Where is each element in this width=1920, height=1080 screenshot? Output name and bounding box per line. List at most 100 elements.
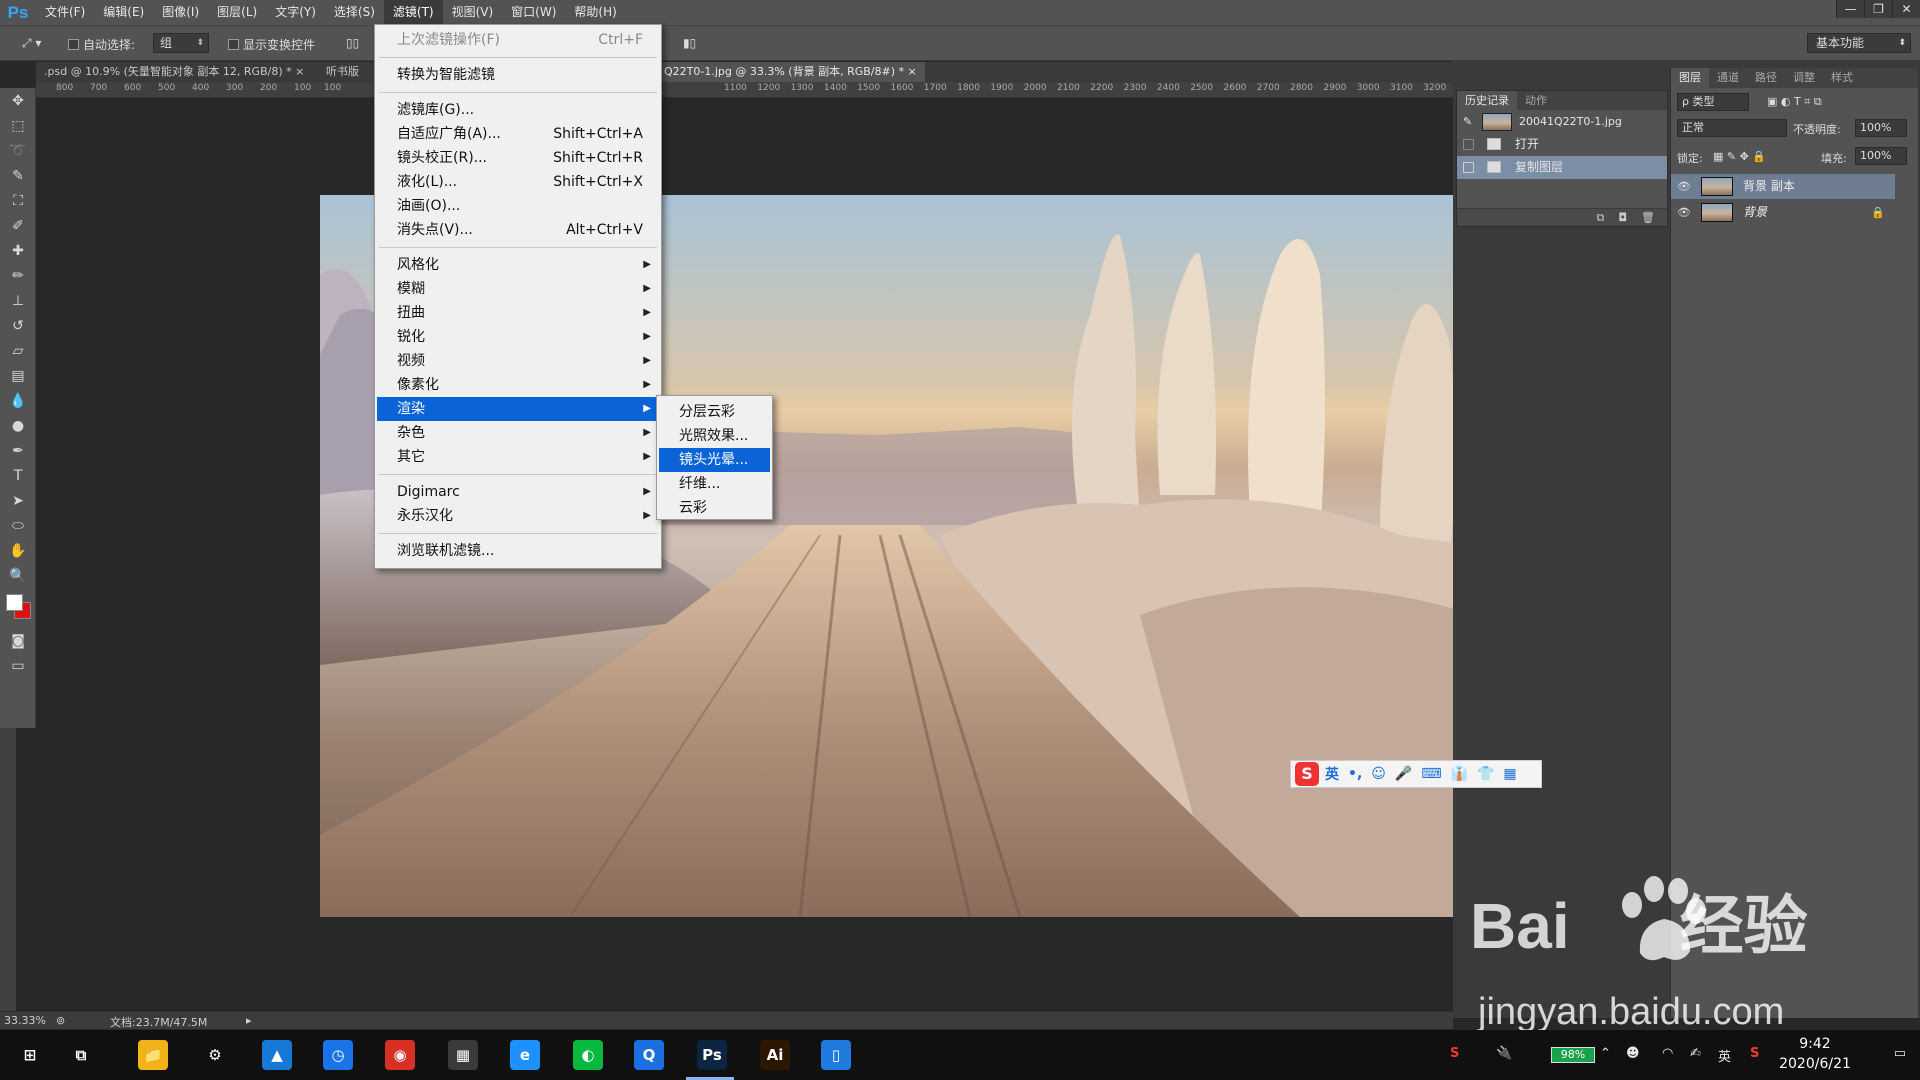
filter-menu-item[interactable]: 上次滤镜操作(F) Ctrl+F — [377, 28, 659, 52]
eyedropper-icon[interactable]: ✐ — [0, 213, 36, 238]
auto-select-checkbox[interactable]: 自动选择: — [68, 36, 135, 53]
menu-edit[interactable]: 编辑(E) — [94, 0, 153, 25]
clock-date[interactable]: 2020/6/21 — [1770, 1056, 1860, 1072]
show-transform-checkbox[interactable]: 显示变换控件 — [228, 36, 315, 53]
filter-menu-item[interactable]: 渲染 ▶ — [377, 397, 659, 421]
blend-mode-dropdown[interactable]: 正常 — [1677, 119, 1787, 137]
sogou-tray-icon-2[interactable]: S — [1750, 1046, 1759, 1061]
clock-taskbar-icon[interactable]: ◷ — [323, 1040, 353, 1070]
lasso-tool-icon[interactable]: ➰ — [0, 138, 36, 163]
settings-taskbar-icon[interactable]: ⚙ — [200, 1040, 230, 1070]
zoom-level[interactable]: 33.33% — [4, 1014, 46, 1027]
brush-tool-icon[interactable]: ✏ — [0, 263, 36, 288]
close-button[interactable]: ✕ — [1892, 0, 1920, 18]
lock-icons[interactable]: ▦ ✎ ✥ 🔒 — [1713, 150, 1766, 163]
microphone-icon[interactable]: 🎤 — [1395, 766, 1412, 782]
photoshop-taskbar-icon[interactable]: Ps — [697, 1040, 727, 1070]
filter-menu-item[interactable]: Digimarc ▶ — [377, 480, 659, 504]
tab-paths[interactable]: 路径 — [1747, 68, 1785, 88]
store-taskbar-icon[interactable]: ▦ — [448, 1040, 478, 1070]
layer-filter-icons[interactable]: ▣ ◐ T ⌗ ⧉ — [1767, 95, 1822, 109]
menu-layer[interactable]: 图层(L) — [208, 0, 266, 25]
quick-mask-icon[interactable]: ◙ — [0, 628, 36, 653]
filter-menu-item[interactable]: 永乐汉化 ▶ — [377, 504, 659, 528]
foreground-color[interactable] — [6, 594, 23, 611]
close-icon[interactable]: × — [908, 65, 917, 78]
camera-icon[interactable]: ◘ — [1618, 211, 1627, 224]
filter-menu-item[interactable]: 液化(L)... Shift+Ctrl+X — [377, 170, 659, 194]
sogou-tray-icon[interactable]: S — [1450, 1046, 1459, 1061]
blur-tool-icon[interactable]: 💧 — [0, 388, 36, 413]
filter-menu-item[interactable]: 风格化 ▶ — [377, 253, 659, 277]
zoom-tool-icon[interactable]: 🔍 — [0, 563, 36, 588]
filter-menu-item[interactable]: 视频 ▶ — [377, 349, 659, 373]
chrome-taskbar-icon[interactable]: ◉ — [385, 1040, 415, 1070]
filter-menu-item[interactable]: 油画(O)... — [377, 194, 659, 218]
ie-taskbar-icon[interactable]: e — [510, 1040, 540, 1070]
input-language[interactable]: 英 — [1718, 1046, 1731, 1065]
screen-mode-icon[interactable]: ▭ — [0, 653, 36, 678]
sogou-logo[interactable]: S — [1295, 762, 1319, 786]
emoji-icon[interactable]: ☺ — [1371, 766, 1386, 782]
tablet-app-taskbar-icon[interactable]: ▯ — [821, 1040, 851, 1070]
chevron-right-icon[interactable]: ▸ — [246, 1014, 252, 1027]
history-snapshot[interactable]: ✎ 20041Q22T0-1.jpg — [1457, 110, 1667, 133]
skin-icon[interactable]: 👕 — [1477, 766, 1494, 782]
clock-time[interactable]: 9:42 — [1770, 1036, 1860, 1052]
layer-filter-dropdown[interactable]: ρ 类型 — [1677, 93, 1749, 111]
align-icon[interactable]: ▯▯ — [346, 36, 359, 50]
doc-tab-active[interactable]: Q22T0-1.jpg @ 33.3% (背景 副本, RGB/8#) * × — [656, 62, 925, 82]
eye-icon[interactable]: 👁 — [1677, 200, 1691, 225]
filter-menu-item[interactable]: 锐化 ▶ — [377, 325, 659, 349]
restore-button[interactable]: ❐ — [1864, 0, 1892, 18]
menu-filter[interactable]: 滤镜(T) — [383, 0, 443, 25]
history-state-open[interactable]: 打开 — [1457, 133, 1667, 156]
type-tool-icon[interactable]: T — [0, 463, 36, 488]
filter-menu-item[interactable]: 扭曲 ▶ — [377, 301, 659, 325]
quick-select-icon[interactable]: ✎ — [0, 163, 36, 188]
distribute-icon[interactable]: ▮▯ — [683, 36, 696, 50]
submenu-item-fibers[interactable]: 纤维... — [659, 472, 770, 496]
layer-row-background-copy[interactable]: 👁 背景 副本 — [1671, 174, 1895, 199]
filter-menu-item[interactable]: 像素化 ▶ — [377, 373, 659, 397]
healing-brush-icon[interactable]: ✚ — [0, 238, 36, 263]
filter-menu-item[interactable]: 滤镜库(G)... — [377, 98, 659, 122]
illustrator-taskbar-icon[interactable]: Ai — [760, 1040, 790, 1070]
workspace-dropdown[interactable]: 基本功能 ⬍ — [1807, 33, 1911, 53]
menu-help[interactable]: 帮助(H) — [565, 0, 625, 25]
tab-layers[interactable]: 图层 — [1671, 68, 1709, 88]
filter-menu-item[interactable]: 模糊 ▶ — [377, 277, 659, 301]
close-icon[interactable]: × — [295, 65, 304, 78]
submenu-item-lens-flare[interactable]: 镜头光晕... — [659, 448, 770, 472]
dodge-tool-icon[interactable]: ● — [0, 413, 36, 438]
opacity-field[interactable]: 100% — [1855, 119, 1907, 137]
toolbox-icon[interactable]: ▦ — [1503, 766, 1516, 782]
history-state-duplicate-layer[interactable]: 复制图层 — [1457, 156, 1667, 179]
fill-field[interactable]: 100% — [1855, 147, 1907, 165]
task-view-taskbar-icon[interactable]: ⧉ — [66, 1040, 96, 1070]
tab-channels[interactable]: 通道 — [1709, 68, 1747, 88]
crop-tool-icon[interactable]: ⛶ — [0, 188, 36, 213]
wechat-taskbar-icon[interactable]: ◐ — [573, 1040, 603, 1070]
trash-icon[interactable]: 🗑 — [1641, 211, 1655, 224]
tab-actions[interactable]: 动作 — [1517, 91, 1555, 110]
filter-menu-item[interactable]: 消失点(V)... Alt+Ctrl+V — [377, 218, 659, 242]
submenu-item-lighting-effects[interactable]: 光照效果... — [659, 424, 770, 448]
submenu-item-clouds[interactable]: 云彩 — [659, 496, 770, 520]
gradient-tool-icon[interactable]: ▤ — [0, 363, 36, 388]
menu-window[interactable]: 窗口(W) — [502, 0, 565, 25]
pen-icon[interactable]: ✍ — [1690, 1046, 1701, 1061]
ime-lang-toggle[interactable]: 英 — [1325, 764, 1339, 784]
tab-adjustments[interactable]: 调整 — [1785, 68, 1823, 88]
wifi-icon[interactable]: ◠ — [1662, 1046, 1673, 1061]
doc-tab-2[interactable]: 听书版 — [318, 62, 367, 82]
photos-taskbar-icon[interactable]: ▲ — [262, 1040, 292, 1070]
filter-menu-item[interactable]: 杂色 ▶ — [377, 421, 659, 445]
filter-menu-item[interactable]: 自适应广角(A)... Shift+Ctrl+A — [377, 122, 659, 146]
move-tool-icon[interactable]: ✥ — [0, 88, 36, 113]
new-document-icon[interactable]: ⧉ — [1596, 211, 1604, 224]
keyboard-icon[interactable]: ⌨ — [1421, 766, 1441, 782]
minimize-button[interactable]: — — [1836, 0, 1864, 18]
qq-browser-taskbar-icon[interactable]: Q — [634, 1040, 664, 1070]
battery-indicator[interactable]: 98% — [1551, 1047, 1595, 1063]
